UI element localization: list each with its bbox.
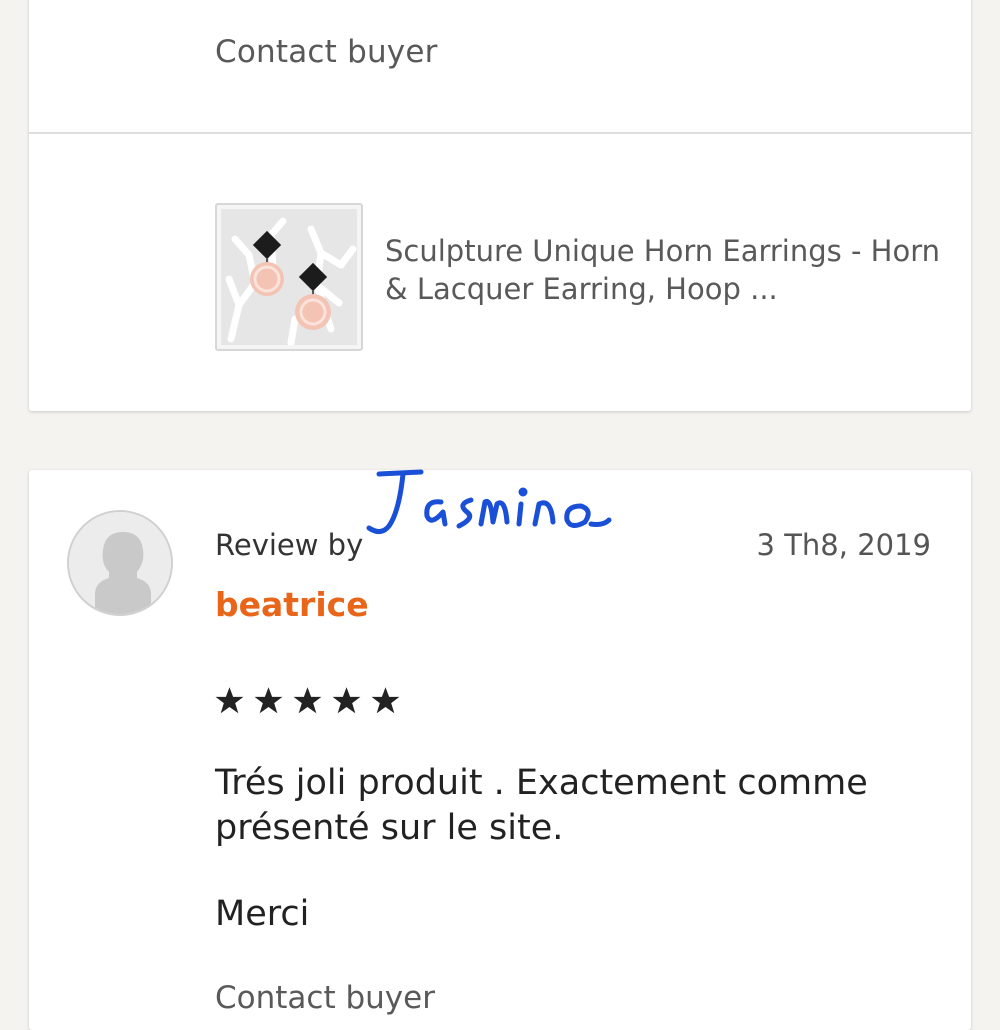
reviewer-avatar[interactable] bbox=[67, 510, 173, 616]
reviewer-name-link[interactable]: beatrice bbox=[215, 585, 369, 624]
default-user-avatar-icon bbox=[69, 512, 171, 614]
review-card: Review by 3 Th8, 2019 beatrice Trés joli… bbox=[29, 469, 971, 1030]
review-text: Trés joli produit . Exactement comme pré… bbox=[215, 763, 868, 848]
star-icon bbox=[293, 687, 322, 714]
transaction-card: Contact buyer Sculpture Unique Horn Earr… bbox=[29, 0, 971, 411]
star-icon bbox=[332, 687, 361, 714]
rating-stars bbox=[215, 686, 400, 715]
handwritten-signature bbox=[366, 469, 612, 534]
earring-product-photo bbox=[221, 209, 357, 345]
contact-buyer-row: Contact buyer bbox=[29, 0, 971, 134]
review-text-closing: Merci bbox=[215, 894, 310, 934]
contact-buyer-link-2[interactable]: Contact buyer bbox=[215, 980, 435, 1016]
star-icon bbox=[371, 687, 400, 714]
review-date: 3 Th8, 2019 bbox=[756, 528, 931, 562]
review-by-label: Review by bbox=[215, 528, 364, 562]
star-icon bbox=[215, 687, 244, 714]
star-icon bbox=[254, 687, 283, 714]
listing-thumbnail[interactable] bbox=[215, 203, 363, 351]
listing-title-link[interactable]: Sculpture Unique Horn Earrings - Horn & … bbox=[385, 232, 945, 308]
contact-buyer-link[interactable]: Contact buyer bbox=[215, 34, 438, 70]
